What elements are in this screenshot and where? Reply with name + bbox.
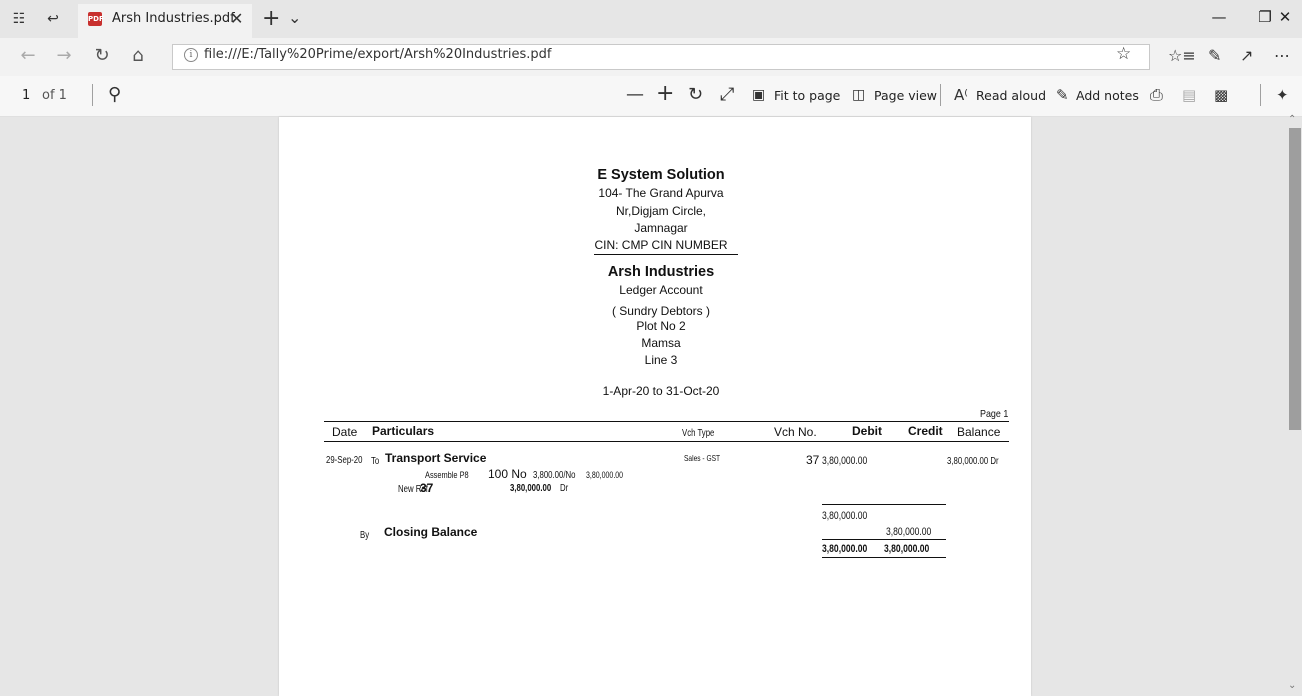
zoom-in-icon[interactable]: +: [656, 81, 674, 106]
subtotal-debit: 3,80,000.00: [822, 510, 868, 522]
report-period: 1-Apr-20 to 31-Oct-20: [602, 384, 720, 398]
tab-preview-chevron-icon[interactable]: ⌄: [288, 8, 301, 27]
report-name: Ledger Account: [619, 283, 703, 297]
refresh-icon[interactable]: ↻: [90, 45, 114, 66]
scroll-down-icon[interactable]: ⌄: [1288, 680, 1296, 691]
company-address-line: Jamnagar: [634, 221, 688, 235]
column-header-date: Date: [332, 425, 358, 439]
close-window-icon[interactable]: ✕: [1262, 8, 1302, 30]
add-notes-button[interactable]: Add notes: [1076, 88, 1139, 103]
item-name: Assemble P8: [425, 470, 469, 481]
column-header-balance: Balance: [957, 425, 1001, 439]
back-arrow-icon[interactable]: ←: [16, 45, 40, 66]
add-notes-icon[interactable]: ✎: [1056, 86, 1069, 104]
total-credit: 3,80,000.00: [884, 543, 930, 555]
header-bottom-rule: [324, 441, 1009, 442]
tabs-aside-icon[interactable]: ↩: [44, 10, 62, 28]
full-screen-icon[interactable]: ⤢: [720, 84, 734, 105]
save-as-icon[interactable]: ▩: [1214, 86, 1228, 104]
save-icon[interactable]: ▤: [1182, 86, 1196, 104]
subtotal-rule: [822, 504, 946, 505]
bill-ref-amount: 3,80,000.00: [510, 483, 552, 494]
entry-balance: 3,80,000.00 Dr: [947, 456, 999, 467]
item-amount: 3,80,000.00: [586, 470, 624, 480]
forward-arrow-icon[interactable]: →: [52, 45, 76, 66]
column-header-debit: Debit: [852, 424, 882, 438]
header-top-rule: [324, 421, 1009, 422]
zoom-out-icon[interactable]: —: [626, 84, 644, 105]
page-count: of 1: [42, 88, 67, 103]
page-label: Page 1: [980, 408, 1009, 420]
read-aloud-button[interactable]: Read aloud: [976, 88, 1046, 103]
column-header-vch-type: Vch Type: [682, 428, 715, 439]
url-text[interactable]: file:///E:/Tally%20Prime/export/Arsh%20I…: [204, 47, 551, 62]
entry-vch-no: 37: [806, 453, 820, 467]
toolbar-divider: [1260, 84, 1261, 106]
ledger-group: ( Sundry Debtors ): [611, 304, 711, 318]
cin-underline: [594, 254, 738, 255]
entry-debit: 3,80,000.00: [822, 455, 868, 467]
column-header-credit: Credit: [908, 424, 943, 438]
favorite-star-icon[interactable]: ☆: [1116, 44, 1131, 64]
scroll-up-icon[interactable]: ⌃: [1288, 114, 1296, 125]
fit-to-page-icon[interactable]: ▣: [752, 87, 765, 103]
more-options-icon[interactable]: ⋯: [1274, 46, 1290, 65]
entry-particulars: Transport Service: [385, 451, 487, 465]
minimize-icon[interactable]: —: [1196, 8, 1242, 30]
entry-to: To: [371, 456, 380, 467]
entry-vch-type: Sales - GST: [684, 453, 721, 463]
company-address-line: 104- The Grand Apurva: [598, 186, 724, 200]
rotate-icon[interactable]: ↻: [688, 84, 703, 105]
party-address-line: Line 3: [644, 353, 678, 367]
closing-balance-label: Closing Balance: [384, 525, 478, 539]
share-icon[interactable]: ↗: [1240, 46, 1253, 65]
toolbar-divider: [940, 84, 941, 106]
print-icon[interactable]: ⎙: [1150, 85, 1163, 105]
tab-title: Arsh Industries.pdf: [112, 11, 235, 26]
set-aside-tabs-icon[interactable]: ☷: [10, 10, 28, 28]
party-address-line: Plot No 2: [636, 319, 686, 333]
tab-close-icon[interactable]: ✕: [230, 9, 243, 28]
favorites-list-icon[interactable]: ☆≡: [1168, 46, 1196, 65]
page-view-icon[interactable]: ◫: [852, 87, 865, 103]
toolbar-divider: [92, 84, 93, 106]
total-bottom-rule: [822, 557, 946, 558]
item-quantity: 100 No: [488, 467, 527, 481]
total-top-rule: [822, 539, 946, 540]
new-tab-icon[interactable]: +: [262, 6, 280, 31]
bill-ref-number: 37: [420, 481, 434, 495]
page-view-button[interactable]: Page view: [874, 88, 937, 103]
company-name: E System Solution: [597, 167, 725, 183]
closing-credit: 3,80,000.00: [886, 526, 932, 538]
bill-ref-drcr: Dr: [560, 483, 569, 494]
pdf-file-icon: PDF: [88, 12, 104, 26]
closing-by: By: [360, 530, 370, 541]
column-header-particulars: Particulars: [372, 424, 435, 438]
party-address-line: Mamsa: [641, 336, 681, 350]
read-aloud-icon[interactable]: A⁽: [954, 86, 968, 104]
site-info-icon[interactable]: i: [184, 48, 198, 62]
company-address-line: Nr,Digjam Circle,: [615, 204, 706, 218]
total-debit: 3,80,000.00: [822, 543, 868, 555]
search-icon[interactable]: ⚲: [108, 84, 121, 105]
party-name: Arsh Industries: [607, 264, 715, 280]
entry-date: 29-Sep-20: [326, 455, 363, 466]
web-notes-icon[interactable]: ✎: [1208, 46, 1221, 65]
column-header-vch-no: Vch No.: [774, 425, 817, 439]
pin-toolbar-icon[interactable]: ✦: [1276, 86, 1289, 104]
company-cin: CIN: CMP CIN NUMBER: [594, 238, 728, 252]
page-number-input[interactable]: 1: [22, 88, 30, 103]
item-rate: 3,800.00/No: [533, 470, 576, 481]
home-icon[interactable]: ⌂: [126, 45, 150, 66]
fit-to-page-button[interactable]: Fit to page: [774, 88, 840, 103]
scrollbar-thumb[interactable]: [1289, 128, 1301, 430]
